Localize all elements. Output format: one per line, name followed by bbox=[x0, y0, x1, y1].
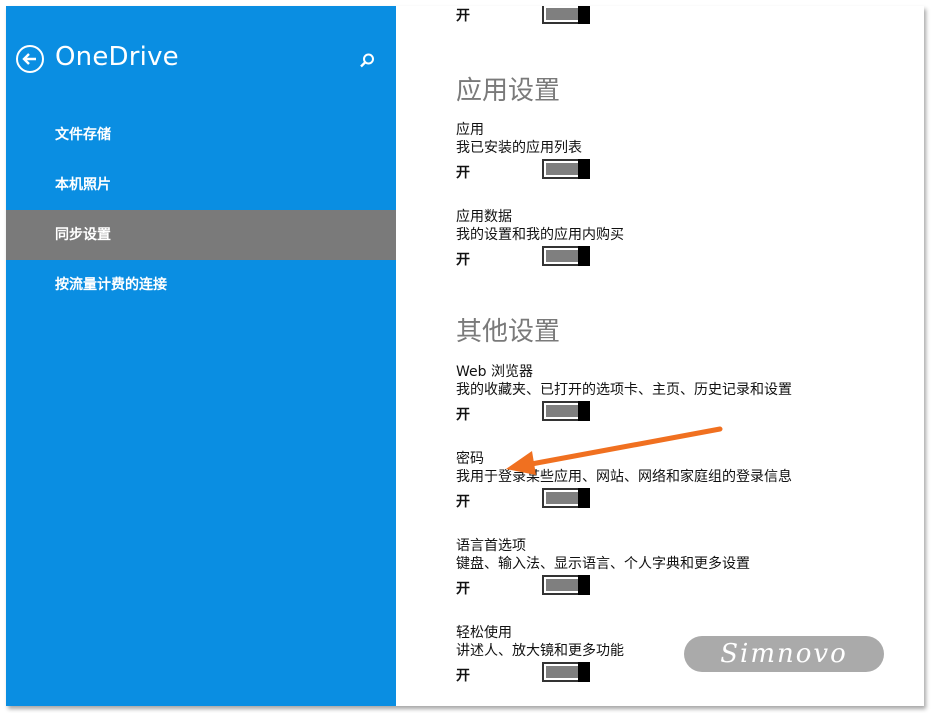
sidebar-item-label: 文件存储 bbox=[55, 127, 111, 143]
setting-ease-of-access: 轻松使用 讲述人、放大镜和更多功能 开 bbox=[456, 624, 624, 686]
setting-web-browser: Web 浏览器 我的收藏夹、已打开的选项卡、主页、历史记录和设置 开 bbox=[456, 363, 792, 425]
section-title-app-settings: 应用设置 bbox=[456, 76, 561, 106]
setting-language-preferences: 语言首选项 键盘、输入法、显示语言、个人字典和更多设置 开 bbox=[456, 537, 750, 599]
section-title-other-settings: 其他设置 bbox=[456, 317, 561, 347]
setting-description: 键盘、输入法、显示语言、个人字典和更多设置 bbox=[456, 556, 750, 572]
setting-description: 讲述人、放大镜和更多功能 bbox=[456, 643, 624, 659]
setting-app-data: 应用数据 我的设置和我的应用内购买 开 bbox=[456, 208, 624, 270]
toggle-switch[interactable] bbox=[542, 246, 590, 266]
setting-description: 我已安装的应用列表 bbox=[456, 140, 582, 156]
toggle-thumb bbox=[578, 401, 590, 421]
setting-description: 我的设置和我的应用内购买 bbox=[456, 227, 624, 243]
setting-description: 我的收藏夹、已打开的选项卡、主页、历史记录和设置 bbox=[456, 382, 792, 398]
setting-name: 语言首选项 bbox=[456, 538, 526, 554]
sidebar-item-label: 本机照片 bbox=[55, 177, 111, 193]
setting-name: 应用 bbox=[456, 122, 484, 138]
toggle-thumb bbox=[578, 488, 590, 508]
toggle-fill bbox=[546, 666, 578, 678]
sidebar-item-label: 同步设置 bbox=[55, 227, 111, 243]
toggle-state-label: 开 bbox=[456, 581, 470, 597]
sidebar-item-file-storage[interactable]: 文件存储 bbox=[6, 110, 396, 160]
sidebar-item-label: 按流量计费的连接 bbox=[55, 277, 167, 293]
toggle-thumb bbox=[578, 575, 590, 595]
toggle-state-label: 开 bbox=[456, 668, 470, 684]
toggle-fill bbox=[546, 250, 578, 262]
setting-name: 应用数据 bbox=[456, 209, 512, 225]
back-button[interactable] bbox=[16, 45, 44, 73]
toggle-switch[interactable] bbox=[542, 575, 590, 595]
toggle-state-label: 开 bbox=[456, 494, 470, 510]
settings-pane: 开 应用设置 应用 我已安装的应用列表 开 应用数据 我的设置和我的应用内购买 bbox=[396, 6, 924, 706]
toggle-switch[interactable] bbox=[542, 488, 590, 508]
sidebar-nav: 文件存储 本机照片 同步设置 按流量计费的连接 bbox=[6, 110, 396, 310]
toggle-thumb bbox=[578, 246, 590, 266]
setting-name: Web 浏览器 bbox=[456, 364, 533, 380]
toggle-fill bbox=[546, 579, 578, 591]
search-icon bbox=[360, 53, 374, 68]
sidebar-item-camera-roll[interactable]: 本机照片 bbox=[6, 160, 396, 210]
sidebar-item-metered-connections[interactable]: 按流量计费的连接 bbox=[6, 260, 396, 310]
toggle-fill bbox=[546, 405, 578, 417]
toggle-state-label: 开 bbox=[456, 252, 470, 268]
toggle-state-label: 开 bbox=[456, 8, 470, 24]
toggle-switch[interactable] bbox=[542, 159, 590, 179]
toggle-fill bbox=[546, 8, 578, 20]
sidebar-item-sync-settings[interactable]: 同步设置 bbox=[6, 210, 396, 260]
toggle-thumb bbox=[578, 159, 590, 179]
toggle-switch[interactable] bbox=[542, 6, 590, 24]
toggle-state-label: 开 bbox=[456, 407, 470, 423]
toggle-state-label: 开 bbox=[456, 165, 470, 181]
toggle-switch[interactable] bbox=[542, 662, 590, 682]
back-arrow-icon bbox=[22, 53, 36, 65]
annotation-arrow-icon bbox=[506, 426, 723, 475]
search-button[interactable] bbox=[358, 52, 376, 70]
sidebar: OneDrive 文件存储 本机照片 同步设置 按流量计费的连接 bbox=[6, 6, 396, 706]
app-title: OneDrive bbox=[55, 42, 179, 72]
toggle-thumb bbox=[578, 662, 590, 682]
watermark: Simnovo bbox=[684, 636, 884, 672]
setting-apps: 应用 我已安装的应用列表 开 bbox=[456, 121, 590, 183]
toggle-fill bbox=[546, 492, 578, 504]
setting-name: 轻松使用 bbox=[456, 625, 512, 641]
toggle-thumb bbox=[578, 6, 590, 24]
toggle-switch[interactable] bbox=[542, 401, 590, 421]
app-window: OneDrive 文件存储 本机照片 同步设置 按流量计费的连接 开 应用设置 … bbox=[6, 6, 924, 706]
toggle-fill bbox=[546, 163, 578, 175]
